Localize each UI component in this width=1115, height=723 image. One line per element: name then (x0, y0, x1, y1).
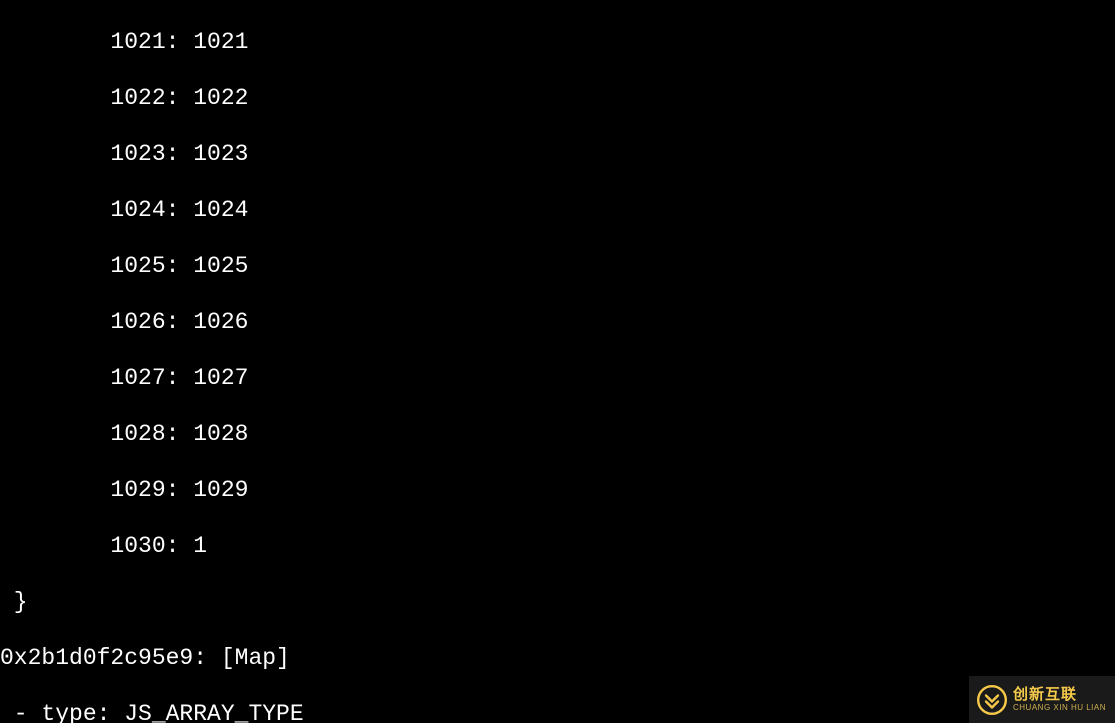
watermark-en: CHUANG XIN HU LIAN (1013, 704, 1106, 712)
entry-text: 1023: 1023 (0, 141, 248, 167)
entry-text: 1030: 1 (0, 533, 207, 559)
array-entry: 1030: 1 (0, 532, 1115, 560)
watermark-text: 创新互联 CHUANG XIN HU LIAN (1013, 687, 1106, 712)
terminal-output: 1021: 1021 1022: 1022 1023: 1023 1024: 1… (0, 0, 1115, 723)
watermark-logo-icon (977, 685, 1007, 715)
array-entry: 1023: 1023 (0, 140, 1115, 168)
array-entry: 1028: 1028 (0, 420, 1115, 448)
watermark-cn: 创新互联 (1013, 687, 1106, 702)
array-entry: 1022: 1022 (0, 84, 1115, 112)
array-entry: 1029: 1029 (0, 476, 1115, 504)
closing-brace: } (0, 588, 1115, 616)
entry-text: 1021: 1021 (0, 29, 248, 55)
map-header: 0x2b1d0f2c95e9: [Map] (0, 644, 1115, 672)
array-entry: 1025: 1025 (0, 252, 1115, 280)
array-entry: 1021: 1021 (0, 28, 1115, 56)
map-type: - type: JS_ARRAY_TYPE (0, 700, 1115, 723)
entry-text: 1022: 1022 (0, 85, 248, 111)
watermark-badge: 创新互联 CHUANG XIN HU LIAN (969, 676, 1115, 723)
entry-text: 1024: 1024 (0, 197, 248, 223)
entry-text: 1029: 1029 (0, 477, 248, 503)
entry-text: 1027: 1027 (0, 365, 248, 391)
array-entry: 1027: 1027 (0, 364, 1115, 392)
array-entry: 1026: 1026 (0, 308, 1115, 336)
array-entry: 1024: 1024 (0, 196, 1115, 224)
entry-text: 1028: 1028 (0, 421, 248, 447)
entry-text: 1025: 1025 (0, 253, 248, 279)
entry-text: 1026: 1026 (0, 309, 248, 335)
